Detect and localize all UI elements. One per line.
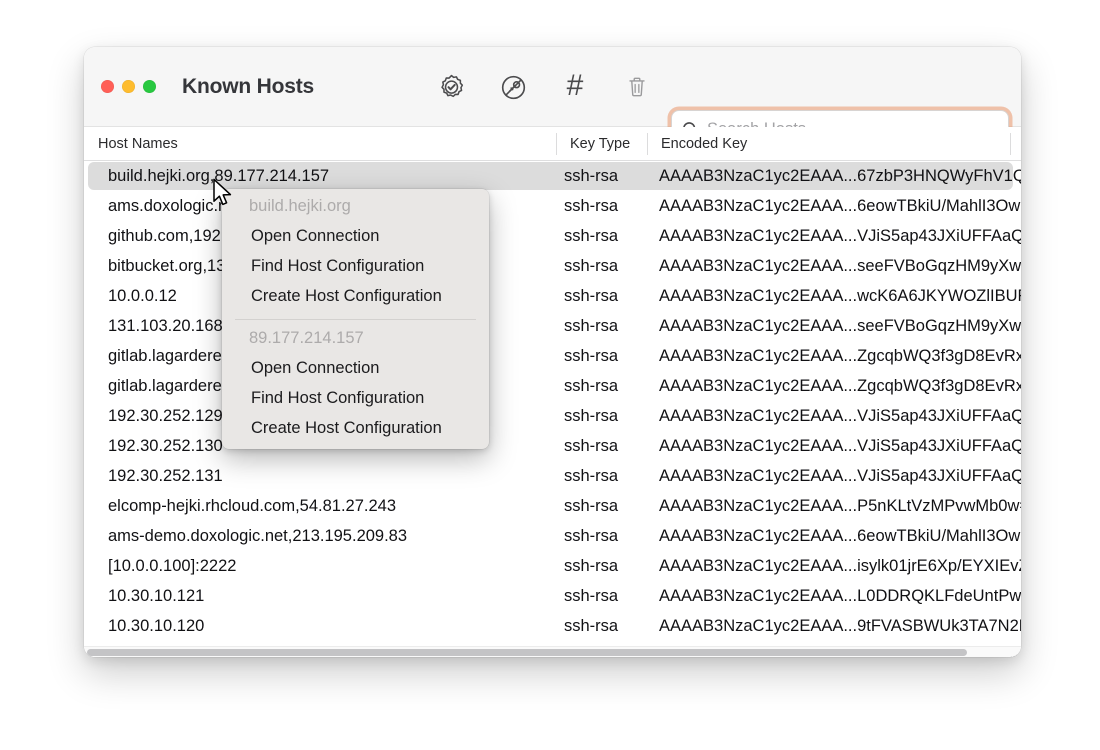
encoded-key-cell: AAAAB3NzaC1yc2EAAA...ZgcqbWQ3f3gD8EvRxBx: [659, 376, 1021, 395]
verify-badge-icon[interactable]: [434, 70, 468, 104]
host-name-cell: 10.30.10.120: [108, 616, 205, 635]
host-name-cell: elcomp-hejki.rhcloud.com,54.81.27.243: [108, 496, 397, 515]
encoded-key-cell: AAAAB3NzaC1yc2EAAA...ZgcqbWQ3f3gD8EvRxBx: [659, 346, 1021, 365]
key-type-cell: ssh-rsa: [564, 346, 619, 365]
table-row[interactable]: [10.0.0.100]:2222 ssh-rsa AAAAB3NzaC1yc2EA…: [84, 551, 1021, 581]
host-name-cell: 192.30.252.131: [108, 466, 223, 485]
window-titlebar: Known Hosts # Search Hosts: [84, 47, 1021, 148]
column-header-encoded-key[interactable]: Encoded Key: [647, 127, 1010, 161]
key-type-cell: ssh-rsa: [564, 526, 619, 545]
encoded-key-cell: AAAAB3NzaC1yc2EAAA...6eowTBkiU/MahlI3Ow=…: [659, 196, 1021, 215]
key-type-cell: ssh-rsa: [564, 496, 619, 515]
menu-item-create-host-configuration[interactable]: Create Host Configuration: [222, 281, 489, 311]
key-type-cell: ssh-rsa: [564, 466, 619, 485]
menu-item-open-connection[interactable]: Open Connection: [222, 221, 489, 251]
host-context-menu[interactable]: build.hejki.org Open Connection Find Host …: [222, 189, 489, 449]
key-type-cell: ssh-rsa: [564, 556, 619, 575]
key-type-cell: ssh-rsa: [564, 376, 619, 395]
table-row[interactable]: elcomp-hejki.rhcloud.com,54.81.27.243 ssh…: [84, 491, 1021, 521]
menu-section-title: build.hejki.org: [249, 197, 351, 215]
encoded-key-cell: AAAAB3NzaC1yc2EAAA...VJiS5ap43JXiUFFAaQ=…: [659, 406, 1021, 425]
toolbar: #: [434, 47, 654, 127]
menu-item-find-host-configuration[interactable]: Find Host Configuration: [222, 383, 489, 413]
key-type-cell: ssh-rsa: [564, 196, 619, 215]
key-type-cell: ssh-rsa: [564, 286, 619, 305]
traffic-lights: [101, 80, 156, 93]
minimize-button[interactable]: [122, 80, 135, 93]
host-name-cell: 10.30.10.121: [108, 586, 205, 605]
encoded-key-cell: AAAAB3NzaC1yc2EAAA...VJiS5ap43JXiUFFAaQ=…: [659, 226, 1021, 245]
column-header-host-names[interactable]: Host Names: [84, 127, 556, 161]
key-type-cell: ssh-rsa: [564, 406, 619, 425]
encoded-key-cell: AAAAB3NzaC1yc2EAAA...67zbP3HNQWyFhV1Q==: [659, 166, 1021, 185]
revoke-key-icon[interactable]: [496, 70, 530, 104]
trash-icon[interactable]: [620, 70, 654, 104]
screen: Known Hosts # Search Hosts Host Names Ke…: [0, 0, 1100, 750]
table-row[interactable]: 192.30.252.131 ssh-rsa AAAAB3NzaC1yc2EAAA.…: [84, 461, 1021, 491]
menu-section-title: 89.177.214.157: [249, 329, 364, 347]
host-name-cell: [10.0.0.100]:2222: [108, 556, 237, 575]
encoded-key-cell: AAAAB3NzaC1yc2EAAA...seeFVBoGqzHM9yXw==: [659, 316, 1021, 335]
key-type-cell: ssh-rsa: [564, 436, 619, 455]
table-row[interactable]: 10.30.10.121 ssh-rsa AAAAB3NzaC1yc2EAAA...…: [84, 581, 1021, 611]
close-button[interactable]: [101, 80, 114, 93]
table-row[interactable]: ams-demo.doxologic.net,213.195.209.83 ssh…: [84, 521, 1021, 551]
hash-glyph: #: [566, 69, 584, 102]
host-name-cell: ams-demo.doxologic.net,213.195.209.83: [108, 526, 408, 545]
key-type-cell: ssh-rsa: [564, 166, 619, 185]
table-row[interactable]: 10.30.10.120 ssh-rsa AAAAB3NzaC1yc2EAAA...…: [84, 611, 1021, 641]
menu-item-open-connection[interactable]: Open Connection: [222, 353, 489, 383]
table-column-header: Host Names Key Type Encoded Key: [84, 127, 1021, 161]
key-type-cell: ssh-rsa: [564, 226, 619, 245]
column-divider-3[interactable]: [1010, 133, 1011, 155]
table-row[interactable]: build.hejki.org,89.177.214.157 ssh-rsa AAA…: [84, 161, 1021, 191]
encoded-key-cell: AAAAB3NzaC1yc2EAAA...L0DDRQKLFdeUntPw==: [659, 586, 1021, 605]
encoded-key-cell: AAAAB3NzaC1yc2EAAA...VJiS5ap43JXiUFFAaQ=…: [659, 436, 1021, 455]
encoded-key-cell: AAAAB3NzaC1yc2EAAA...seeFVBoGqzHM9yXw==: [659, 256, 1021, 275]
key-type-cell: ssh-rsa: [564, 256, 619, 275]
key-type-cell: ssh-rsa: [564, 316, 619, 335]
zoom-button[interactable]: [143, 80, 156, 93]
encoded-key-cell: AAAAB3NzaC1yc2EAAA...P5nKLtVzMPvwMb0w==: [659, 496, 1021, 515]
column-header-key-type[interactable]: Key Type: [556, 127, 647, 161]
hash-icon[interactable]: #: [558, 70, 592, 104]
encoded-key-cell: AAAAB3NzaC1yc2EAAA...VJiS5ap43JXiUFFAaQ=…: [659, 466, 1021, 485]
key-type-cell: ssh-rsa: [564, 616, 619, 635]
host-name-cell: build.hejki.org,89.177.214.157: [108, 166, 330, 185]
scrollbar-thumb[interactable]: [87, 649, 967, 656]
encoded-key-cell: AAAAB3NzaC1yc2EAAA...isylk01jrE6Xp/EYXIE…: [659, 556, 1021, 575]
encoded-key-cell: AAAAB3NzaC1yc2EAAA...6eowTBkiU/MahlI3Ow=…: [659, 526, 1021, 545]
horizontal-scrollbar[interactable]: [84, 646, 1021, 657]
menu-item-find-host-configuration[interactable]: Find Host Configuration: [222, 251, 489, 281]
encoded-key-cell: AAAAB3NzaC1yc2EAAA...wcK6A6JKYWOZlIBURT: [659, 286, 1021, 305]
key-type-cell: ssh-rsa: [564, 586, 619, 605]
menu-item-create-host-configuration[interactable]: Create Host Configuration: [222, 413, 489, 443]
window-title: Known Hosts: [182, 74, 314, 98]
encoded-key-cell: AAAAB3NzaC1yc2EAAA...9tFVASBWUk3TA7N2PH: [659, 616, 1021, 635]
menu-separator: [235, 319, 476, 320]
